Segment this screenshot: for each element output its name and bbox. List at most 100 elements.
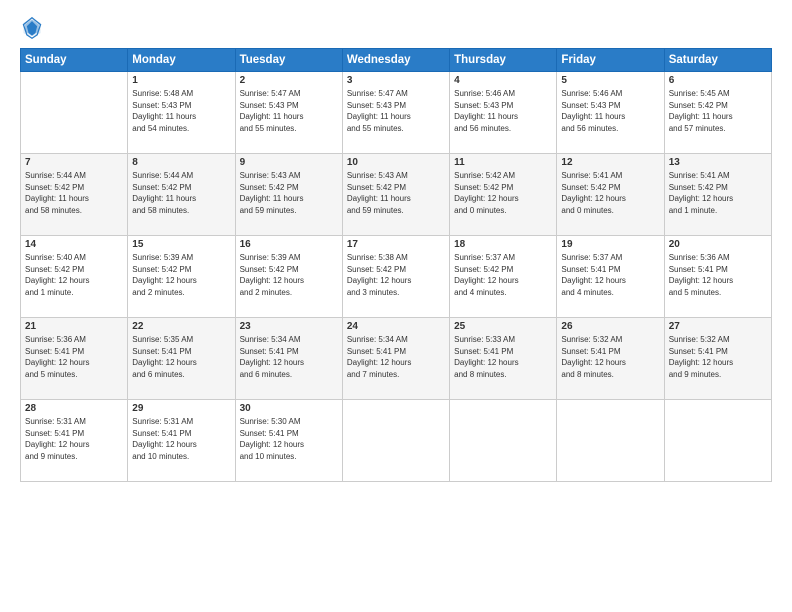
day-number: 20 (669, 239, 767, 250)
calendar-cell: 12 Sunrise: 5:41 AM Sunset: 5:42 PM Dayli… (557, 154, 664, 236)
col-header-wednesday: Wednesday (342, 49, 449, 72)
week-row-3: 14 Sunrise: 5:40 AM Sunset: 5:42 PM Dayli… (21, 236, 772, 318)
day-number: 9 (240, 157, 338, 168)
week-row-4: 21 Sunrise: 5:36 AM Sunset: 5:41 PM Dayli… (21, 318, 772, 400)
col-header-thursday: Thursday (450, 49, 557, 72)
calendar-cell (342, 400, 449, 482)
day-number: 12 (561, 157, 659, 168)
day-number: 22 (132, 321, 230, 332)
calendar-table: SundayMondayTuesdayWednesdayThursdayFrid… (20, 48, 772, 482)
day-info: Sunrise: 5:34 AM Sunset: 5:41 PM Dayligh… (347, 334, 445, 380)
day-number: 2 (240, 75, 338, 86)
day-number: 21 (25, 321, 123, 332)
day-number: 1 (132, 75, 230, 86)
day-info: Sunrise: 5:37 AM Sunset: 5:41 PM Dayligh… (561, 252, 659, 298)
day-number: 8 (132, 157, 230, 168)
day-info: Sunrise: 5:44 AM Sunset: 5:42 PM Dayligh… (25, 170, 123, 216)
calendar-cell: 3 Sunrise: 5:47 AM Sunset: 5:43 PM Daylig… (342, 72, 449, 154)
day-info: Sunrise: 5:31 AM Sunset: 5:41 PM Dayligh… (132, 416, 230, 462)
day-info: Sunrise: 5:39 AM Sunset: 5:42 PM Dayligh… (132, 252, 230, 298)
calendar-cell: 16 Sunrise: 5:39 AM Sunset: 5:42 PM Dayli… (235, 236, 342, 318)
day-info: Sunrise: 5:32 AM Sunset: 5:41 PM Dayligh… (561, 334, 659, 380)
day-info: Sunrise: 5:47 AM Sunset: 5:43 PM Dayligh… (347, 88, 445, 134)
day-number: 24 (347, 321, 445, 332)
calendar-header: SundayMondayTuesdayWednesdayThursdayFrid… (21, 49, 772, 72)
week-row-1: 1 Sunrise: 5:48 AM Sunset: 5:43 PM Daylig… (21, 72, 772, 154)
day-number: 3 (347, 75, 445, 86)
day-number: 5 (561, 75, 659, 86)
col-header-sunday: Sunday (21, 49, 128, 72)
calendar-cell: 24 Sunrise: 5:34 AM Sunset: 5:41 PM Dayli… (342, 318, 449, 400)
week-row-2: 7 Sunrise: 5:44 AM Sunset: 5:42 PM Daylig… (21, 154, 772, 236)
calendar-cell (664, 400, 771, 482)
calendar-cell: 28Sunrise: 5:31 AM Sunset: 5:41 PM Dayli… (21, 400, 128, 482)
day-number: 27 (669, 321, 767, 332)
calendar-cell: 27 Sunrise: 5:32 AM Sunset: 5:41 PM Dayli… (664, 318, 771, 400)
week-row-5: 28Sunrise: 5:31 AM Sunset: 5:41 PM Dayli… (21, 400, 772, 482)
day-info: Sunrise: 5:30 AM Sunset: 5:41 PM Dayligh… (240, 416, 338, 462)
header (20, 16, 772, 40)
calendar-cell: 29 Sunrise: 5:31 AM Sunset: 5:41 PM Dayli… (128, 400, 235, 482)
day-info: Sunrise: 5:32 AM Sunset: 5:41 PM Dayligh… (669, 334, 767, 380)
calendar-cell: 1 Sunrise: 5:48 AM Sunset: 5:43 PM Daylig… (128, 72, 235, 154)
day-number: 23 (240, 321, 338, 332)
calendar-cell: 11 Sunrise: 5:42 AM Sunset: 5:42 PM Dayli… (450, 154, 557, 236)
day-info: Sunrise: 5:34 AM Sunset: 5:41 PM Dayligh… (240, 334, 338, 380)
day-number: 11 (454, 157, 552, 168)
day-info: Sunrise: 5:43 AM Sunset: 5:42 PM Dayligh… (347, 170, 445, 216)
day-number: 6 (669, 75, 767, 86)
day-number: 4 (454, 75, 552, 86)
calendar-cell: 22 Sunrise: 5:35 AM Sunset: 5:41 PM Dayli… (128, 318, 235, 400)
day-info: Sunrise: 5:41 AM Sunset: 5:42 PM Dayligh… (669, 170, 767, 216)
calendar-cell: 30 Sunrise: 5:30 AM Sunset: 5:41 PM Dayli… (235, 400, 342, 482)
day-info: Sunrise: 5:38 AM Sunset: 5:42 PM Dayligh… (347, 252, 445, 298)
day-info: Sunrise: 5:36 AM Sunset: 5:41 PM Dayligh… (25, 334, 123, 380)
day-number: 26 (561, 321, 659, 332)
calendar-cell: 21 Sunrise: 5:36 AM Sunset: 5:41 PM Dayli… (21, 318, 128, 400)
day-info: Sunrise: 5:48 AM Sunset: 5:43 PM Dayligh… (132, 88, 230, 134)
day-number: 19 (561, 239, 659, 250)
day-info: Sunrise: 5:39 AM Sunset: 5:42 PM Dayligh… (240, 252, 338, 298)
calendar-cell: 18Sunrise: 5:37 AM Sunset: 5:42 PM Dayli… (450, 236, 557, 318)
day-number: 17 (347, 239, 445, 250)
day-info: Sunrise: 5:45 AM Sunset: 5:42 PM Dayligh… (669, 88, 767, 134)
day-number: 16 (240, 239, 338, 250)
logo (20, 16, 48, 40)
calendar-cell: 8 Sunrise: 5:44 AM Sunset: 5:42 PM Daylig… (128, 154, 235, 236)
page: SundayMondayTuesdayWednesdayThursdayFrid… (0, 0, 792, 612)
day-info: Sunrise: 5:46 AM Sunset: 5:43 PM Dayligh… (561, 88, 659, 134)
calendar-cell (21, 72, 128, 154)
day-number: 29 (132, 403, 230, 414)
day-info: Sunrise: 5:42 AM Sunset: 5:42 PM Dayligh… (454, 170, 552, 216)
day-number: 7 (25, 157, 123, 168)
calendar-cell: 17 Sunrise: 5:38 AM Sunset: 5:42 PM Dayli… (342, 236, 449, 318)
day-info: Sunrise: 5:44 AM Sunset: 5:42 PM Dayligh… (132, 170, 230, 216)
day-info: Sunrise: 5:37 AM Sunset: 5:42 PM Dayligh… (454, 252, 552, 298)
calendar-cell: 14 Sunrise: 5:40 AM Sunset: 5:42 PM Dayli… (21, 236, 128, 318)
calendar-cell: 6 Sunrise: 5:45 AM Sunset: 5:42 PM Daylig… (664, 72, 771, 154)
day-info: Sunrise: 5:47 AM Sunset: 5:43 PM Dayligh… (240, 88, 338, 134)
calendar-cell: 7 Sunrise: 5:44 AM Sunset: 5:42 PM Daylig… (21, 154, 128, 236)
day-number: 30 (240, 403, 338, 414)
calendar-cell (557, 400, 664, 482)
day-number: 15 (132, 239, 230, 250)
calendar-cell: 9 Sunrise: 5:43 AM Sunset: 5:42 PM Daylig… (235, 154, 342, 236)
col-header-friday: Friday (557, 49, 664, 72)
day-info: Sunrise: 5:35 AM Sunset: 5:41 PM Dayligh… (132, 334, 230, 380)
calendar-cell: 25 Sunrise: 5:33 AM Sunset: 5:41 PM Dayli… (450, 318, 557, 400)
calendar-cell: 5 Sunrise: 5:46 AM Sunset: 5:43 PM Daylig… (557, 72, 664, 154)
day-number: 14 (25, 239, 123, 250)
day-info: Sunrise: 5:46 AM Sunset: 5:43 PM Dayligh… (454, 88, 552, 134)
day-number: 10 (347, 157, 445, 168)
calendar-cell: 19 Sunrise: 5:37 AM Sunset: 5:41 PM Dayli… (557, 236, 664, 318)
col-header-saturday: Saturday (664, 49, 771, 72)
calendar-cell (450, 400, 557, 482)
col-header-tuesday: Tuesday (235, 49, 342, 72)
day-info: Sunrise: 5:33 AM Sunset: 5:41 PM Dayligh… (454, 334, 552, 380)
day-info: Sunrise: 5:43 AM Sunset: 5:42 PM Dayligh… (240, 170, 338, 216)
calendar-cell: 4 Sunrise: 5:46 AM Sunset: 5:43 PM Daylig… (450, 72, 557, 154)
day-number: 13 (669, 157, 767, 168)
day-info: Sunrise: 5:41 AM Sunset: 5:42 PM Dayligh… (561, 170, 659, 216)
day-info: Sunrise: 5:40 AM Sunset: 5:42 PM Dayligh… (25, 252, 123, 298)
day-number: 25 (454, 321, 552, 332)
